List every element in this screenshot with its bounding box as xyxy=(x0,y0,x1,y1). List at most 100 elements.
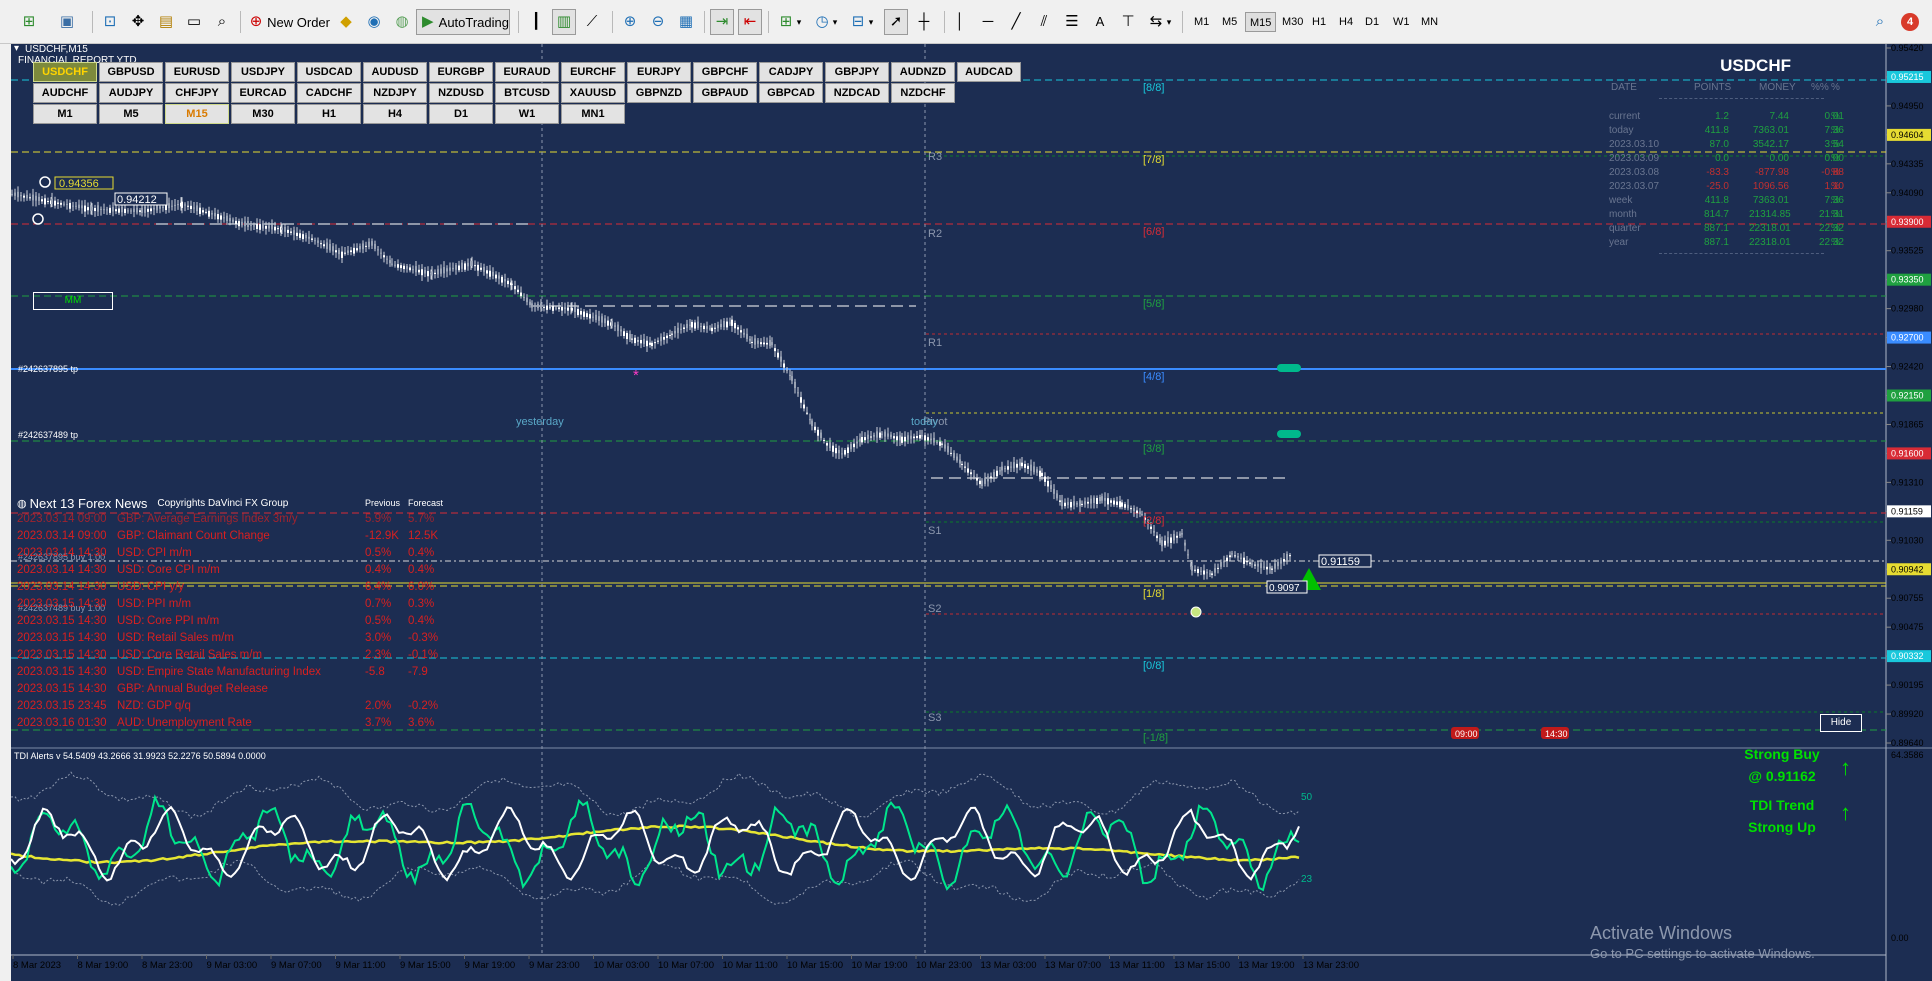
pair-button-nzdcad[interactable]: NZDCAD xyxy=(825,83,889,103)
autotrading-button[interactable]: ▶ AutoTrading xyxy=(416,9,510,35)
candle-body xyxy=(311,238,313,240)
vertical-line-button[interactable]: │ xyxy=(948,9,972,35)
tf-h4[interactable]: H4 xyxy=(1335,12,1357,32)
candle-body xyxy=(434,272,436,274)
market-watch-button[interactable]: ⊡ xyxy=(98,9,122,35)
news-fcst: 3.6% xyxy=(408,717,435,729)
tf-m5[interactable]: M5 xyxy=(1218,12,1241,32)
pair-button-nzdjpy[interactable]: NZDJPY xyxy=(363,83,427,103)
candle-body xyxy=(335,250,337,253)
activate-windows-subtitle: Go to PC settings to activate Windows. xyxy=(1590,946,1815,961)
new-order-button[interactable]: ⊕ New Order xyxy=(245,9,331,35)
arrows-button[interactable]: ⇆ ▾ xyxy=(1142,9,1178,35)
bar-chart-button[interactable]: ┃ xyxy=(524,9,548,35)
text-label-button[interactable]: ⊤ xyxy=(1116,9,1140,35)
pair-button-audjpy[interactable]: AUDJPY xyxy=(99,83,163,103)
horizontal-line-button[interactable]: ─ xyxy=(976,9,1000,35)
tf-button-h1[interactable]: H1 xyxy=(297,104,361,124)
candle-body xyxy=(1130,508,1132,510)
collapse-arrow-icon[interactable]: ▾ xyxy=(14,44,19,54)
tf-button-m1[interactable]: M1 xyxy=(33,104,97,124)
pair-button-euraud[interactable]: EURAUD xyxy=(495,62,559,82)
mm-button[interactable]: MM xyxy=(33,292,113,310)
tf-h1[interactable]: H1 xyxy=(1308,12,1330,32)
news-event: Annual Budget Release xyxy=(147,683,268,695)
pair-button-usdcad[interactable]: USDCAD xyxy=(297,62,361,82)
tf-button-d1[interactable]: D1 xyxy=(429,104,493,124)
tf-button-m5[interactable]: M5 xyxy=(99,104,163,124)
candle-body xyxy=(35,195,37,201)
zoom-out-button[interactable]: ⊖ xyxy=(646,9,670,35)
chart-shift-button[interactable]: ⇤ xyxy=(738,9,762,35)
candle-body xyxy=(1254,564,1256,566)
pair-button-nzdchf[interactable]: NZDCHF xyxy=(891,83,955,103)
notifications-badge[interactable]: 4 xyxy=(1898,9,1922,35)
trendline-button[interactable]: ╱ xyxy=(1004,9,1028,35)
tf-m15[interactable]: M15 xyxy=(1245,12,1277,32)
pair-button-cadchf[interactable]: CADCHF xyxy=(297,83,361,103)
cursor-button[interactable]: ➚ xyxy=(884,9,908,35)
navigator-button[interactable]: ▤ xyxy=(154,9,178,35)
tp-marker-1[interactable] xyxy=(1277,364,1301,372)
fibonacci-button[interactable]: ☰ xyxy=(1060,9,1084,35)
pair-button-gbpaud[interactable]: GBPAUD xyxy=(693,83,757,103)
pair-button-audchf[interactable]: AUDCHF xyxy=(33,83,97,103)
tf-m30[interactable]: M30 xyxy=(1278,12,1307,32)
auto-scroll-button[interactable]: ⇥ xyxy=(710,9,734,35)
tf-d1[interactable]: D1 xyxy=(1361,12,1383,32)
crosshair-button[interactable]: ┼ xyxy=(912,9,936,35)
profiles-button[interactable]: ▣ xyxy=(52,9,82,35)
tf-button-m15[interactable]: M15 xyxy=(165,104,229,124)
pair-button-eurchf[interactable]: EURCHF xyxy=(561,62,625,82)
tf-button-mn1[interactable]: MN1 xyxy=(561,104,625,124)
pair-button-nzdusd[interactable]: NZDUSD xyxy=(429,83,493,103)
search-button[interactable]: ⌕ xyxy=(1868,9,1892,35)
pair-button-gbpjpy[interactable]: GBPJPY xyxy=(825,62,889,82)
pair-button-xauusd[interactable]: XAUUSD xyxy=(561,83,625,103)
zoom-in-button[interactable]: ⊕ xyxy=(618,9,642,35)
candle-body xyxy=(1181,532,1183,535)
equidistant-channel-button[interactable]: ⫽ xyxy=(1032,9,1056,35)
terminal-button[interactable]: ▭ xyxy=(182,9,206,35)
hide-button[interactable]: Hide xyxy=(1820,714,1862,732)
tf-button-w1[interactable]: W1 xyxy=(495,104,559,124)
periods-button[interactable]: ◷ ▾ xyxy=(808,9,844,35)
pair-button-gbpcad[interactable]: GBPCAD xyxy=(759,83,823,103)
tf-mn[interactable]: MN xyxy=(1417,12,1442,32)
tf-m1[interactable]: M1 xyxy=(1190,12,1213,32)
templates-button[interactable]: ⊟ ▾ xyxy=(844,9,880,35)
candle-body xyxy=(103,209,105,211)
data-window-button[interactable]: ✥ xyxy=(126,9,150,35)
pair-button-chfjpy[interactable]: CHFJPY xyxy=(165,83,229,103)
metaeditor-button[interactable]: ◆ xyxy=(334,9,358,35)
new-chart-button[interactable]: ⊞ xyxy=(14,9,44,35)
pair-button-usdchf[interactable]: USDCHF xyxy=(33,62,97,82)
pair-button-cadjpy[interactable]: CADJPY xyxy=(759,62,823,82)
pair-button-usdjpy[interactable]: USDJPY xyxy=(231,62,295,82)
tp-marker-2[interactable] xyxy=(1277,430,1301,438)
pair-button-eurjpy[interactable]: EURJPY xyxy=(627,62,691,82)
chart-window[interactable]: * 09:00 14:30 0.94356 0.94212 0.91159 0.… xyxy=(11,44,1932,981)
text-button[interactable]: A xyxy=(1088,9,1112,35)
pair-button-eurgbp[interactable]: EURGBP xyxy=(429,62,493,82)
tf-button-h4[interactable]: H4 xyxy=(363,104,427,124)
pair-button-audcad[interactable]: AUDCAD xyxy=(957,62,1021,82)
report-label: 2023.03.08 xyxy=(1609,167,1660,178)
tf-button-m30[interactable]: M30 xyxy=(231,104,295,124)
pair-button-eurusd[interactable]: EURUSD xyxy=(165,62,229,82)
pair-button-gbpnzd[interactable]: GBPNZD xyxy=(627,83,691,103)
indicators-button[interactable]: ⊞ ▾ xyxy=(772,9,808,35)
signals-button[interactable]: ◉ xyxy=(362,9,386,35)
strategy-tester-button[interactable]: ⌕ xyxy=(210,9,234,35)
tile-windows-button[interactable]: ▦ xyxy=(674,9,698,35)
pair-button-audusd[interactable]: AUDUSD xyxy=(363,62,427,82)
line-chart-button[interactable]: ⟋ xyxy=(580,9,604,35)
pair-button-gbpusd[interactable]: GBPUSD xyxy=(99,62,163,82)
market-button[interactable]: ◍ xyxy=(390,9,414,35)
pair-button-btcusd[interactable]: BTCUSD xyxy=(495,83,559,103)
pair-button-eurcad[interactable]: EURCAD xyxy=(231,83,295,103)
pair-button-gbpchf[interactable]: GBPCHF xyxy=(693,62,757,82)
candlestick-button[interactable]: ▥ xyxy=(552,9,576,35)
tf-w1[interactable]: W1 xyxy=(1389,12,1414,32)
pair-button-audnzd[interactable]: AUDNZD xyxy=(891,62,955,82)
